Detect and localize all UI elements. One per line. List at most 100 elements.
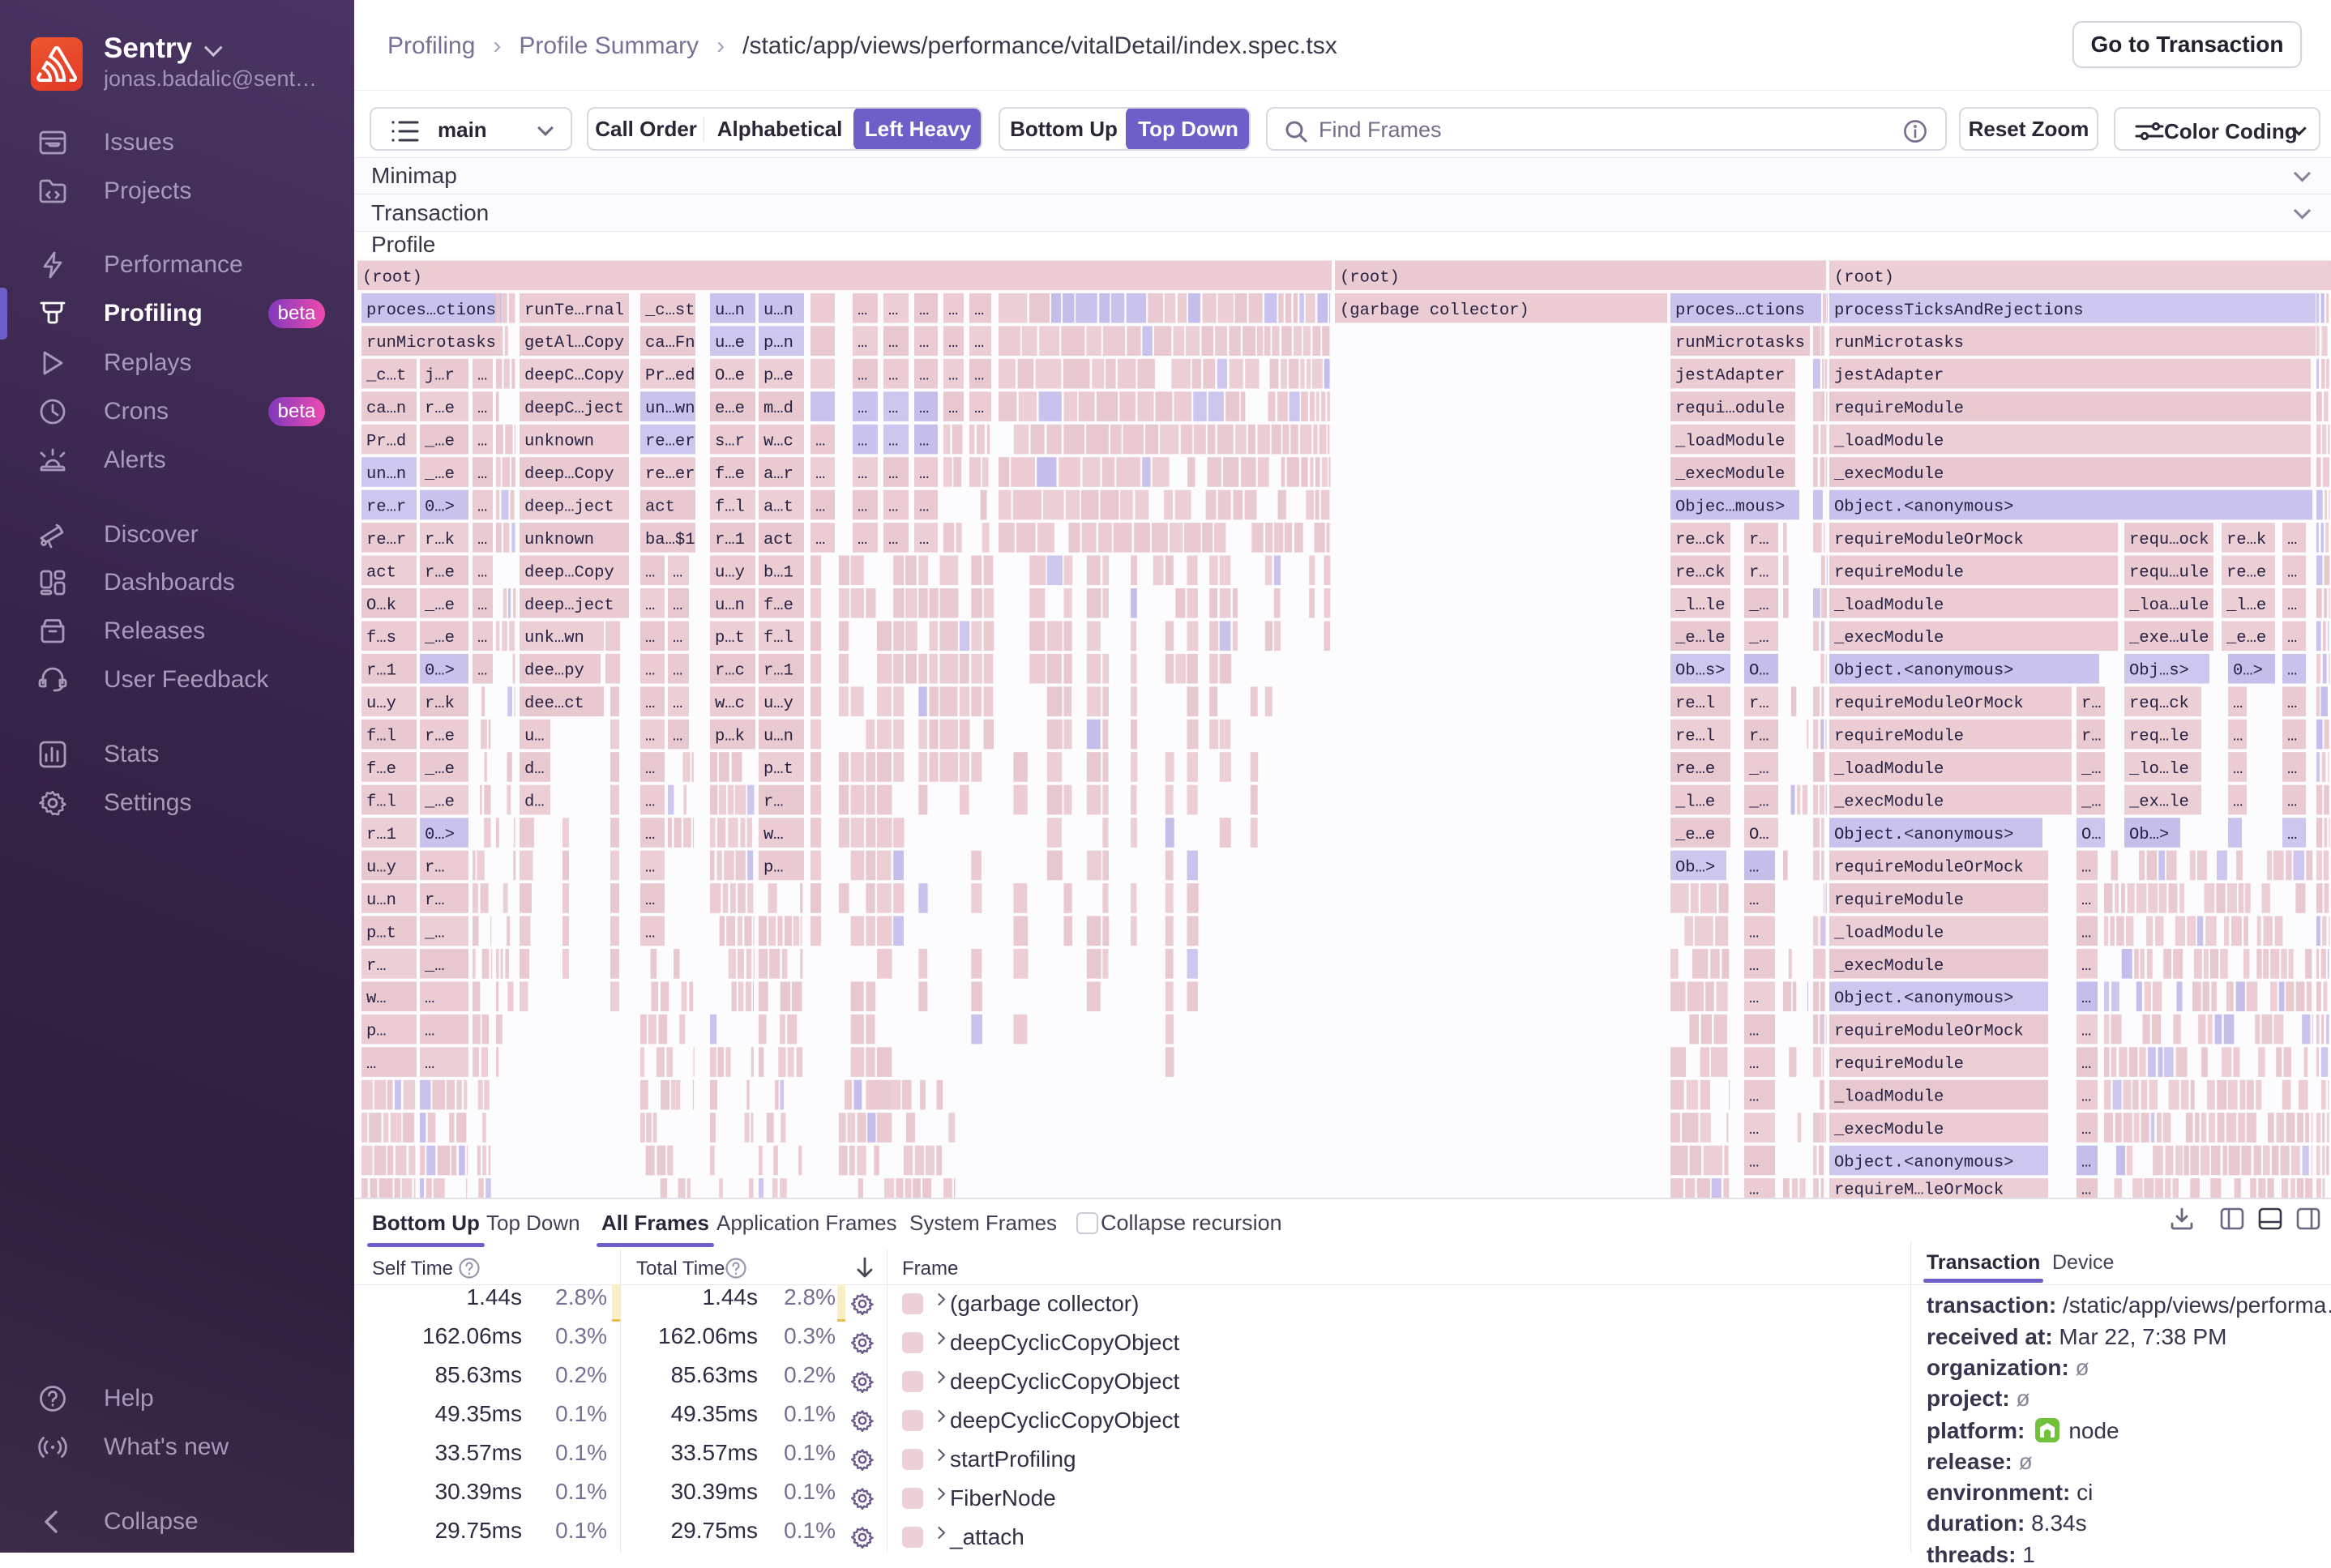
svg-text:f…l: f…l — [715, 498, 745, 517]
svg-text:…: … — [948, 301, 958, 320]
svg-text:O…: O… — [1749, 826, 1769, 844]
svg-text:p…e: p…e — [763, 367, 793, 386]
svg-text:u…: u… — [524, 728, 545, 746]
svg-text:…: … — [919, 498, 929, 517]
svg-text:_e…e: _e…e — [2226, 629, 2266, 647]
svg-text:requireModule: requireModule — [1834, 563, 1964, 582]
svg-text:…: … — [2287, 826, 2297, 844]
svg-text:_lo…le: _lo…le — [2128, 760, 2189, 779]
svg-text:_…e: _…e — [424, 629, 455, 647]
svg-text:r…: r… — [1749, 563, 1769, 582]
svg-text:requi…odule: requi…odule — [1675, 399, 1785, 418]
svg-text:…: … — [477, 662, 487, 681]
svg-text:…: … — [477, 563, 487, 582]
svg-text:…: … — [888, 399, 898, 418]
svg-text:a…t: a…t — [763, 498, 793, 517]
svg-text:…: … — [425, 1023, 434, 1041]
svg-text:…: … — [919, 399, 929, 418]
svg-text:r…: r… — [1749, 728, 1769, 746]
svg-text:…: … — [1749, 1055, 1759, 1074]
svg-text:Pr…d: Pr…d — [366, 433, 406, 451]
svg-text:…: … — [477, 629, 487, 647]
svg-text:…: … — [2233, 728, 2243, 746]
svg-text:f…l: f…l — [366, 793, 396, 812]
svg-text:r…: r… — [2081, 694, 2102, 713]
svg-text:p…t: p…t — [715, 629, 745, 647]
svg-text:Object.<anonymous>: Object.<anonymous> — [1834, 662, 2013, 681]
svg-text:deep…Copy: deep…Copy — [524, 465, 614, 484]
svg-text:…: … — [948, 334, 958, 352]
svg-text:…: … — [858, 498, 867, 517]
svg-text:re…k: re…k — [2226, 531, 2266, 549]
svg-text:w…: w… — [763, 826, 784, 844]
svg-text:…: … — [858, 301, 867, 320]
svg-text:…: … — [2081, 957, 2091, 976]
svg-text:f…e: f…e — [763, 596, 793, 615]
svg-text:(root): (root) — [1834, 268, 1894, 287]
svg-text:…: … — [2081, 1181, 2091, 1198]
svg-text:…: … — [2287, 760, 2297, 779]
svg-text:requireModuleOrMock: requireModuleOrMock — [1834, 858, 2024, 877]
svg-text:…: … — [673, 728, 682, 746]
svg-text:…: … — [815, 531, 825, 549]
svg-text:Object.<anonymous>: Object.<anonymous> — [1834, 1154, 2013, 1173]
svg-text:…: … — [858, 465, 867, 484]
svg-text:f…s: f…s — [366, 629, 396, 647]
svg-text:u…y: u…y — [366, 694, 396, 713]
svg-text:…: … — [673, 662, 682, 681]
svg-text:…: … — [888, 465, 898, 484]
svg-text:_loadModule: _loadModule — [1833, 433, 1944, 451]
svg-text:m…d: m…d — [763, 399, 793, 418]
svg-text:Object.<anonymous>: Object.<anonymous> — [1834, 498, 2013, 517]
svg-text:requireModule: requireModule — [1834, 399, 1964, 418]
svg-text:f…e: f…e — [366, 760, 396, 779]
svg-text:re…l: re…l — [1675, 694, 1715, 713]
svg-text:requireModule: requireModule — [1834, 728, 1964, 746]
svg-text:_ex…le: _ex…le — [2128, 793, 2189, 812]
svg-text:…: … — [645, 760, 655, 779]
svg-text:_loadModule: _loadModule — [1833, 596, 1944, 615]
svg-text:re…r: re…r — [366, 531, 406, 549]
svg-text:…: … — [645, 694, 655, 713]
svg-text:re…ck: re…ck — [1675, 563, 1726, 582]
svg-text:s…r: s…r — [715, 433, 745, 451]
svg-text:…: … — [919, 334, 929, 352]
svg-text:re…r: re…r — [366, 498, 406, 517]
svg-text:p…: p… — [763, 858, 784, 877]
svg-text:p…t: p…t — [763, 760, 793, 779]
svg-text:(root): (root) — [1340, 268, 1400, 287]
svg-text:runMicrotasks: runMicrotasks — [366, 334, 496, 352]
svg-text:…: … — [2081, 1055, 2091, 1074]
svg-text:…: … — [858, 399, 867, 418]
svg-text:r…e: r…e — [425, 563, 455, 582]
svg-text:…: … — [2287, 728, 2297, 746]
svg-text:r…k: r…k — [425, 531, 455, 549]
svg-text:_…e: _…e — [424, 596, 455, 615]
svg-text:…: … — [2287, 596, 2297, 615]
svg-text:…: … — [1749, 1154, 1759, 1173]
svg-text:r…k: r…k — [425, 694, 455, 713]
svg-text:u…e: u…e — [715, 334, 745, 352]
svg-text:_exe…ule: _exe…ule — [2128, 629, 2209, 647]
svg-text:O…: O… — [2081, 826, 2102, 844]
svg-text:…: … — [2233, 793, 2243, 812]
svg-text:…: … — [888, 301, 898, 320]
svg-text:u…y: u…y — [715, 563, 745, 582]
svg-text:…: … — [858, 367, 867, 386]
svg-text:O…k: O…k — [366, 596, 396, 615]
svg-text:_l…le: _l…le — [1674, 596, 1726, 615]
svg-text:…: … — [2287, 662, 2297, 681]
svg-text:…: … — [645, 728, 655, 746]
svg-text:…: … — [673, 629, 682, 647]
svg-text:_…e: _…e — [424, 465, 455, 484]
svg-text:…: … — [673, 596, 682, 615]
svg-text:_execModule: _execModule — [1833, 465, 1944, 484]
svg-text:…: … — [2081, 891, 2091, 910]
svg-text:…: … — [858, 433, 867, 451]
svg-text:…: … — [919, 367, 929, 386]
svg-text:_l…e: _l…e — [1674, 793, 1715, 812]
svg-text:p…t: p…t — [366, 924, 396, 942]
svg-text:O…: O… — [1749, 662, 1769, 681]
svg-text:_…: _… — [2081, 793, 2102, 812]
svg-text:…: … — [2081, 1154, 2091, 1173]
